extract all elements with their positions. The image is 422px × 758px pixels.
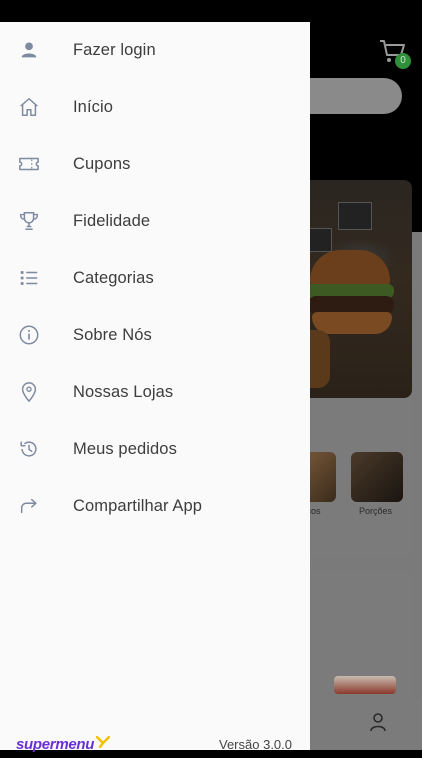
cart-count-badge: 0 [395,53,411,69]
flag-decoration [308,228,332,252]
profile-icon[interactable] [368,712,388,732]
menu-item-stores[interactable]: Nossas Lojas [0,364,310,420]
menu-item-about[interactable]: Sobre Nós [0,307,310,363]
menu-item-categories[interactable]: Categorias [0,250,310,306]
menu-item-label: Categorias [73,268,154,287]
list-icon [17,266,41,290]
info-icon [17,323,41,347]
share-icon [17,494,41,518]
menu-item-label: Início [73,97,114,116]
trophy-icon [17,209,41,233]
user-icon [17,38,41,62]
drawer-footer: supermenu Versão 3.0.0 [0,734,310,758]
navigation-drawer: Fazer login Início Cupons Fidelidade Cat… [0,22,310,753]
location-pin-icon [17,380,41,404]
product-image [334,676,396,694]
menu-item-home[interactable]: Início [0,79,310,135]
menu-item-orders[interactable]: Meus pedidos [0,421,310,477]
menu-item-login[interactable]: Fazer login [0,22,310,78]
logo-mark-icon [96,736,110,748]
ticket-icon [17,152,41,176]
menu-item-label: Nossas Lojas [73,382,174,401]
menu-item-label: Fidelidade [73,211,151,230]
menu-item-loyalty[interactable]: Fidelidade [0,193,310,249]
brand-logo: supermenu [16,736,95,753]
menu-item-label: Cupons [73,154,131,173]
category-thumbnail[interactable] [351,452,403,502]
menu-item-label: Meus pedidos [73,439,177,458]
menu-item-label: Sobre Nós [73,325,152,344]
history-icon [17,437,41,461]
menu-item-label: Fazer login [73,40,156,59]
home-icon [17,95,41,119]
burger-image [310,250,390,288]
category-label: Porções [359,506,393,516]
menu-item-coupons[interactable]: Cupons [0,136,310,192]
menu-item-share[interactable]: Compartilhar App [0,478,310,534]
flag-decoration [338,202,372,230]
menu-item-label: Compartilhar App [73,496,203,515]
